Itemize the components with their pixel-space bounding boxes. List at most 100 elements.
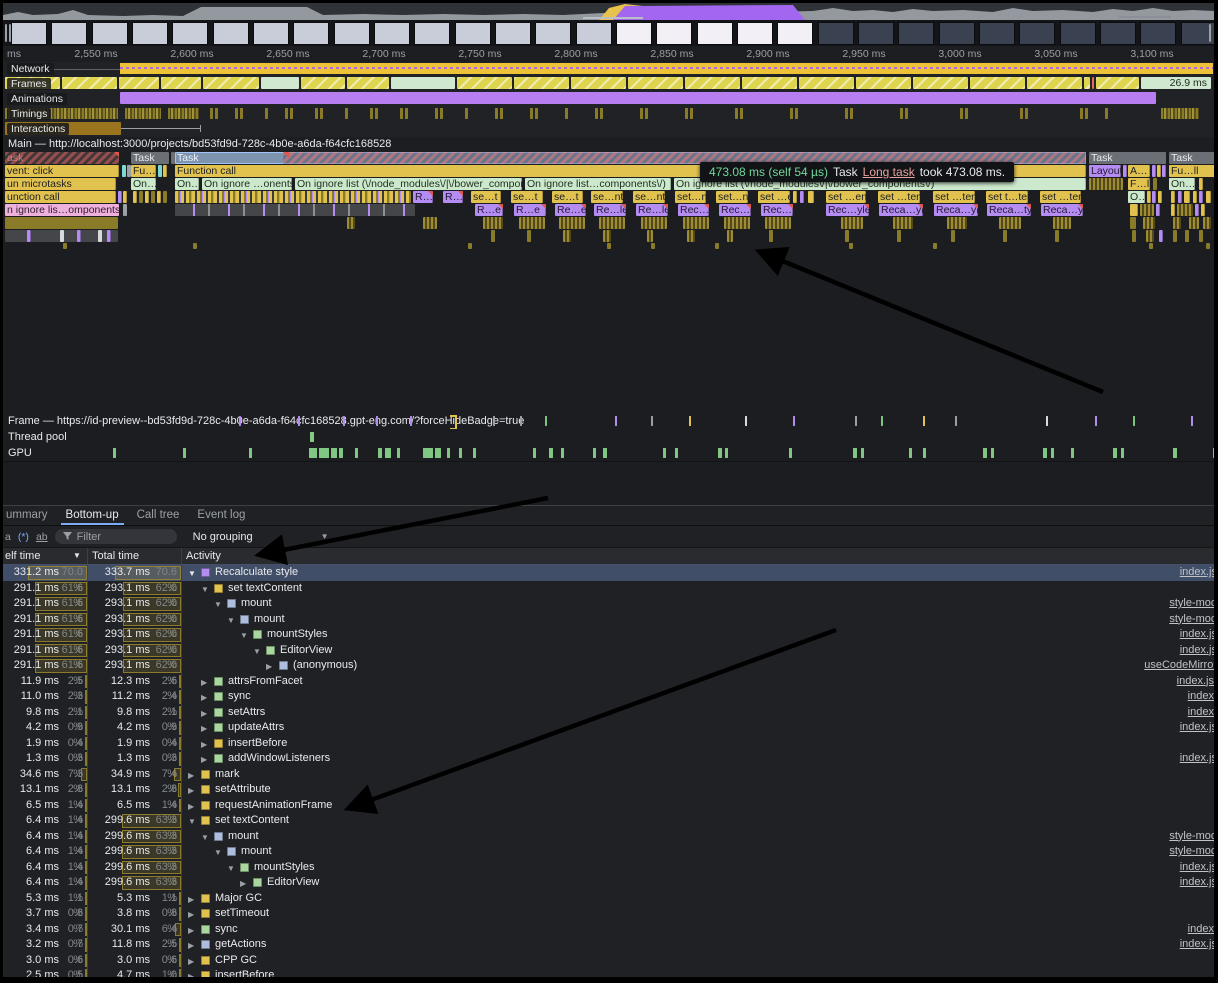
timing-marker[interactable] (290, 108, 293, 119)
flame-block[interactable]: R… (413, 191, 433, 203)
filmstrip-screenshot[interactable] (1060, 22, 1096, 45)
source-link[interactable]: index.js (1180, 565, 1214, 581)
flame-block[interactable]: se…nt (591, 191, 623, 203)
flame-tick[interactable] (1199, 191, 1203, 203)
filmstrip-screenshot[interactable] (1100, 22, 1136, 45)
frame-event-tick[interactable] (376, 416, 378, 426)
flame-tick[interactable] (727, 230, 733, 242)
filmstrip-screenshot[interactable] (979, 22, 1015, 45)
flame-tick[interactable] (1152, 191, 1156, 203)
frame-event-tick[interactable] (881, 416, 883, 426)
flame-block[interactable]: R… (443, 191, 463, 203)
table-row[interactable]: 3.4 ms0.7 %30.1 ms6.4 %▶syncindex. (3, 922, 1214, 938)
timing-marker[interactable] (240, 108, 243, 119)
flame-tick[interactable] (793, 191, 797, 203)
table-row[interactable]: 291.1 ms61.6 %293.1 ms62.0 %▼mountstyle-… (3, 596, 1214, 612)
flame-block[interactable]: Layout (1089, 165, 1121, 177)
flame-block[interactable]: On ignore …onents\/) (202, 178, 292, 190)
frame-event-tick[interactable] (793, 416, 795, 426)
timing-marker[interactable] (740, 108, 743, 119)
flame-tick[interactable] (651, 243, 655, 249)
timing-marker[interactable] (645, 108, 648, 119)
gpu-activity-tick[interactable] (603, 448, 607, 458)
expand-arrow-icon[interactable]: ▶ (201, 706, 207, 722)
flame-block[interactable]: se…nt (633, 191, 665, 203)
timing-marker[interactable] (125, 108, 161, 119)
timing-marker[interactable] (1161, 108, 1199, 119)
flame-block[interactable]: Reca…yle (879, 204, 923, 216)
gpu-activity-tick[interactable] (663, 448, 666, 458)
flame-block[interactable]: set …tent (1040, 191, 1081, 203)
table-row[interactable]: 1.3 ms0.3 %1.3 ms0.3 %▶addWindowListener… (3, 751, 1214, 767)
timing-marker[interactable] (690, 108, 693, 119)
source-link[interactable]: style-mod (1169, 596, 1214, 612)
timing-marker[interactable] (900, 108, 903, 119)
frame-event-tick[interactable] (298, 416, 300, 426)
timing-marker[interactable] (1020, 108, 1023, 119)
flame-block[interactable]: Re…le (594, 204, 626, 216)
timing-marker[interactable] (370, 108, 373, 119)
flame-tick[interactable] (1153, 178, 1157, 190)
expand-arrow-icon[interactable]: ▶ (188, 783, 194, 799)
gpu-activity-tick[interactable] (1071, 448, 1074, 458)
gpu-activity-tick[interactable] (1051, 448, 1054, 458)
frames-track[interactable]: Frames 26.9 ms (3, 76, 1214, 92)
flame-tick[interactable] (1206, 243, 1210, 249)
frame-block[interactable] (301, 77, 345, 89)
source-link[interactable]: useCodeMirror (1144, 658, 1214, 674)
gpu-activity-tick[interactable] (113, 448, 116, 458)
timing-marker[interactable] (500, 108, 503, 119)
collapse-arrow-icon[interactable]: ▼ (188, 566, 196, 582)
timing-marker[interactable] (595, 108, 598, 119)
filmstrip-screenshot[interactable] (11, 22, 47, 45)
filmstrip-screenshot[interactable] (253, 22, 289, 45)
frame-block[interactable] (514, 77, 569, 89)
flame-tick[interactable] (123, 191, 127, 203)
gpu-activity-tick[interactable] (309, 448, 317, 458)
filmstrip-screenshot[interactable] (939, 22, 975, 45)
flame-tick[interactable] (715, 243, 719, 249)
tab-ummary[interactable]: ummary (0, 506, 57, 525)
filmstrip-screenshot[interactable] (576, 22, 612, 45)
flame-tick[interactable] (151, 191, 155, 203)
flame-tick[interactable] (1152, 165, 1156, 177)
frame-block[interactable] (261, 77, 299, 89)
flame-block[interactable]: set…nt (675, 191, 706, 203)
flame-tick[interactable] (77, 230, 81, 242)
gpu-activity-tick[interactable] (397, 448, 400, 458)
flame-block[interactable]: Task (1169, 152, 1217, 164)
flame-tick[interactable] (1143, 217, 1155, 229)
flame-tick[interactable] (951, 230, 955, 242)
table-row[interactable]: 3.7 ms0.8 %3.8 ms0.8 %▶setTimeout (3, 906, 1214, 922)
filmstrip-screenshot[interactable] (1140, 22, 1176, 45)
table-row[interactable]: 34.6 ms7.3 %34.9 ms7.4 %▶mark (3, 767, 1214, 783)
collapse-arrow-icon[interactable]: ▼ (201, 830, 209, 846)
gpu-activity-tick[interactable] (339, 448, 343, 458)
flame-block[interactable]: se…t (511, 191, 543, 203)
expand-arrow-icon[interactable]: ▶ (201, 675, 207, 691)
table-row[interactable]: 6.5 ms1.4 %6.5 ms1.4 %▶requestAnimationF… (3, 798, 1214, 814)
frame-block[interactable] (457, 77, 512, 89)
timing-marker[interactable] (735, 108, 738, 119)
collapse-arrow-icon[interactable]: ▼ (214, 845, 222, 861)
filmstrip-screenshot[interactable] (455, 22, 491, 45)
grouping-select[interactable]: No grouping (193, 531, 253, 543)
collapse-arrow-icon[interactable]: ▼ (240, 628, 248, 644)
expand-arrow-icon[interactable]: ▶ (240, 876, 246, 892)
flame-tick[interactable] (1199, 230, 1203, 242)
flame-tick[interactable] (5, 217, 118, 229)
frame-block[interactable] (856, 77, 911, 89)
expand-arrow-icon[interactable]: ▶ (201, 721, 207, 737)
flame-block[interactable]: n ignore lis…omponents\/) (5, 204, 119, 216)
gpu-activity-tick[interactable] (1121, 448, 1124, 458)
table-row[interactable]: 11.9 ms2.5 %12.3 ms2.6 %▶attrsFromFaceti… (3, 674, 1214, 690)
gpu-activity-tick[interactable] (331, 448, 337, 458)
flame-block[interactable]: F…l (1128, 178, 1150, 190)
sort-arrow-icon[interactable]: ▼ (73, 548, 81, 564)
table-row[interactable]: 3.2 ms0.7 %11.8 ms2.5 %▶getActionsindex.… (3, 937, 1214, 953)
flame-tick[interactable] (1173, 230, 1177, 242)
frame-event-tick[interactable] (689, 416, 691, 426)
flame-tick[interactable] (1184, 191, 1190, 203)
frame-event-tick[interactable] (855, 416, 857, 426)
gpu-activity-tick[interactable] (355, 448, 358, 458)
